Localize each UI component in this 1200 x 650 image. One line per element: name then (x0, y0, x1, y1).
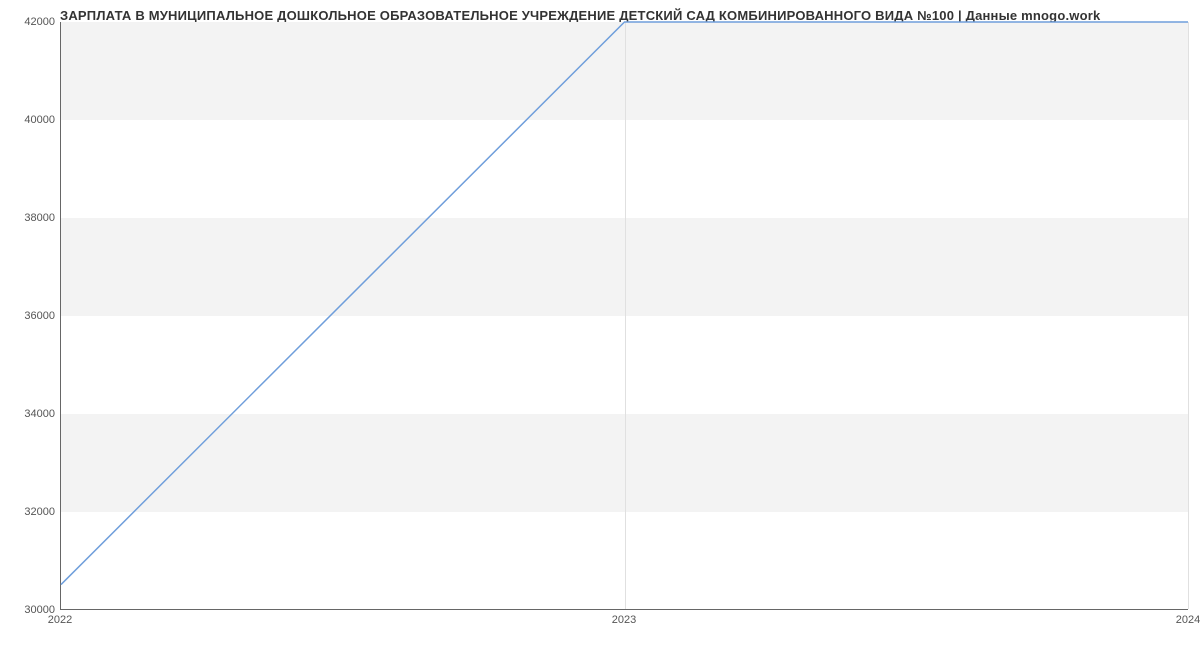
salary-line-series (61, 22, 1188, 609)
salary-chart: ЗАРПЛАТА В МУНИЦИПАЛЬНОЕ ДОШКОЛЬНОЕ ОБРА… (0, 0, 1200, 650)
x-tick-2023: 2023 (612, 614, 636, 626)
y-tick-34000: 34000 (24, 408, 55, 420)
chart-title: ЗАРПЛАТА В МУНИЦИПАЛЬНОЕ ДОШКОЛЬНОЕ ОБРА… (60, 8, 1190, 23)
y-tick-36000: 36000 (24, 310, 55, 322)
y-tick-42000: 42000 (24, 16, 55, 28)
x-tick-2022: 2022 (48, 614, 72, 626)
x-tick-2024: 2024 (1176, 614, 1200, 626)
y-tick-40000: 40000 (24, 114, 55, 126)
y-tick-38000: 38000 (24, 212, 55, 224)
y-tick-32000: 32000 (24, 506, 55, 518)
plot-area (60, 22, 1188, 610)
grid-line-vertical (1188, 22, 1189, 609)
